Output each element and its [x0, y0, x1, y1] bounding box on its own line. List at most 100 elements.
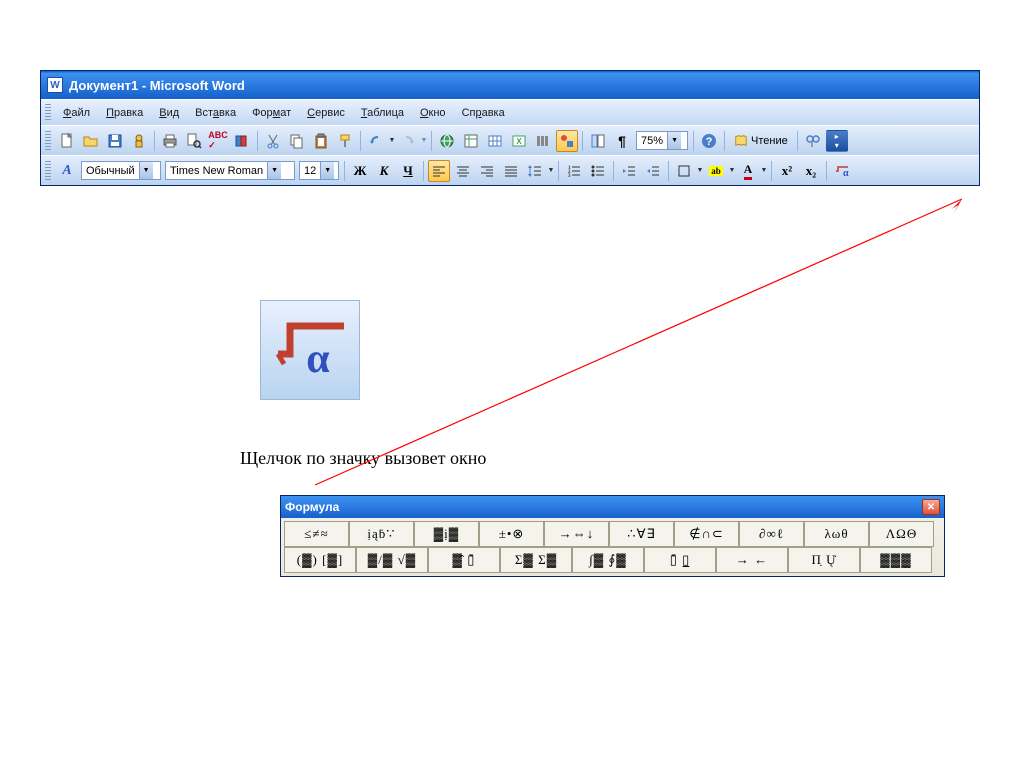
print-button[interactable]	[159, 130, 181, 152]
integral-templates-button[interactable]: ∫▓ ∮▓	[572, 547, 644, 573]
labeled-arrow-button[interactable]: → ←	[716, 547, 788, 573]
bullets-button[interactable]	[587, 160, 609, 182]
overbar-underbar-button[interactable]: ▯̄ ▯̲	[644, 547, 716, 573]
style-combo[interactable]: Обычный▼	[81, 161, 161, 180]
summation-templates-button[interactable]: Σ▓ Σ▓	[500, 547, 572, 573]
align-center-button[interactable]	[452, 160, 474, 182]
read-mode-button[interactable]: Чтение	[729, 130, 793, 152]
relational-symbols-button[interactable]: ≤≠≈	[284, 521, 349, 547]
new-document-button[interactable]	[56, 130, 78, 152]
svg-text:α: α	[843, 168, 849, 179]
logical-symbols-button[interactable]: ∴∀∃	[609, 521, 674, 547]
menu-table[interactable]: Таблица	[353, 104, 412, 122]
justify-button[interactable]	[500, 160, 522, 182]
embellishments-button[interactable]: ▓ị▓	[414, 521, 479, 547]
spaces-ellipses-button[interactable]: ịąḃ∵	[349, 521, 414, 547]
spell-check-button[interactable]: ABC✓	[207, 130, 229, 152]
insert-excel-button[interactable]: X	[508, 130, 530, 152]
undo-button[interactable]	[365, 130, 387, 152]
toolbar-grip[interactable]	[45, 131, 51, 151]
formula-titlebar[interactable]: Формула ✕	[281, 496, 944, 518]
menu-edit[interactable]: Правка	[98, 104, 151, 122]
subscript-button[interactable]: x₂	[800, 160, 822, 182]
subscript-superscript-button[interactable]: ▓̂ ▯̄	[428, 547, 500, 573]
drawing-toolbar-button[interactable]	[556, 130, 578, 152]
toolbar-grip[interactable]	[45, 104, 51, 122]
columns-button[interactable]	[532, 130, 554, 152]
align-left-button[interactable]	[428, 160, 450, 182]
redo-button[interactable]	[397, 130, 419, 152]
greek-lowercase-button[interactable]: λωθ	[804, 521, 869, 547]
decrease-indent-button[interactable]	[618, 160, 640, 182]
tables-borders-button[interactable]	[460, 130, 482, 152]
increase-indent-button[interactable]	[642, 160, 664, 182]
save-button[interactable]	[104, 130, 126, 152]
find-button[interactable]	[802, 130, 824, 152]
line-spacing-dropdown[interactable]: ▼	[547, 160, 555, 182]
cut-button[interactable]	[262, 130, 284, 152]
bold-button[interactable]: Ж	[349, 160, 371, 182]
show-paragraph-button[interactable]: ¶	[611, 130, 633, 152]
print-preview-button[interactable]	[183, 130, 205, 152]
highlight-dropdown[interactable]: ▼	[728, 160, 736, 182]
hyperlink-button[interactable]	[436, 130, 458, 152]
permission-button[interactable]	[128, 130, 150, 152]
operator-symbols-button[interactable]: ±•⊗	[479, 521, 544, 547]
menu-format[interactable]: Формат	[244, 104, 299, 122]
borders-dropdown[interactable]: ▼	[696, 160, 704, 182]
font-size-combo[interactable]: 12▼	[299, 161, 339, 180]
font-color-button[interactable]: A	[737, 160, 759, 182]
formatting-toolbar: A Обычный▼ Times New Roman▼ 12▼ Ж К Ч ▼ …	[41, 155, 979, 185]
research-button[interactable]	[231, 130, 253, 152]
formula-toolbar-window[interactable]: Формула ✕ ≤≠≈ ịąḃ∵ ▓ị▓ ±•⊗ →⇔↓ ∴∀∃ ∉∩⊂ ∂…	[280, 495, 945, 577]
fence-templates-button[interactable]: (▓) [▓]	[284, 547, 356, 573]
instruction-caption: Щелчок по значку вызовет окно	[240, 448, 486, 469]
font-combo[interactable]: Times New Roman▼	[165, 161, 295, 180]
numbering-button[interactable]: 123	[563, 160, 585, 182]
equation-editor-large-icon: α	[260, 300, 360, 400]
superscript-button[interactable]: x²	[776, 160, 798, 182]
italic-button[interactable]: К	[373, 160, 395, 182]
menu-tools[interactable]: Сервис	[299, 104, 353, 122]
matrix-templates-button[interactable]: ▓▓▓	[860, 547, 932, 573]
open-button[interactable]	[80, 130, 102, 152]
svg-text:X: X	[516, 137, 522, 146]
chevron-down-icon: ▼	[320, 162, 334, 179]
format-painter-button[interactable]	[334, 130, 356, 152]
misc-symbols-button[interactable]: ∂∞ℓ	[739, 521, 804, 547]
undo-dropdown[interactable]: ▼	[388, 130, 396, 152]
menu-file[interactable]: Файл	[55, 104, 98, 122]
paste-button[interactable]	[310, 130, 332, 152]
product-templates-button[interactable]: Π̣ Ų̇	[788, 547, 860, 573]
toolbar-grip[interactable]	[45, 161, 51, 181]
fraction-radical-button[interactable]: ▓/▓ √▓	[356, 547, 428, 573]
menu-window[interactable]: Окно	[412, 104, 454, 122]
doc-map-button[interactable]	[587, 130, 609, 152]
redo-dropdown[interactable]: ▼	[420, 130, 428, 152]
help-button[interactable]: ?	[698, 130, 720, 152]
underline-button[interactable]: Ч	[397, 160, 419, 182]
equation-editor-button[interactable]: α	[831, 160, 853, 182]
copy-button[interactable]	[286, 130, 308, 152]
menu-insert[interactable]: Вставка	[187, 104, 244, 122]
toolbar-options-button[interactable]: ▸▾	[826, 130, 848, 152]
font-color-dropdown[interactable]: ▼	[760, 160, 768, 182]
styles-button[interactable]: A	[56, 160, 78, 182]
set-theory-button[interactable]: ∉∩⊂	[674, 521, 739, 547]
insert-table-button[interactable]	[484, 130, 506, 152]
highlight-button[interactable]: ab	[705, 160, 727, 182]
zoom-combo[interactable]: 75%▼	[636, 131, 688, 150]
greek-uppercase-button[interactable]: ΛΩΘ	[869, 521, 934, 547]
svg-text:3: 3	[568, 174, 571, 179]
close-button[interactable]: ✕	[922, 499, 940, 515]
formula-palette: ≤≠≈ ịąḃ∵ ▓ị▓ ±•⊗ →⇔↓ ∴∀∃ ∉∩⊂ ∂∞ℓ λωθ ΛΩΘ…	[281, 518, 944, 576]
line-spacing-button[interactable]	[524, 160, 546, 182]
align-right-button[interactable]	[476, 160, 498, 182]
menu-view[interactable]: Вид	[151, 104, 187, 122]
titlebar[interactable]: W Документ1 - Microsoft Word	[41, 71, 979, 99]
arrow-symbols-button[interactable]: →⇔↓	[544, 521, 609, 547]
chevron-down-icon: ▼	[139, 162, 153, 179]
separator	[771, 161, 772, 181]
borders-button[interactable]	[673, 160, 695, 182]
menu-help[interactable]: Справка	[454, 104, 513, 122]
